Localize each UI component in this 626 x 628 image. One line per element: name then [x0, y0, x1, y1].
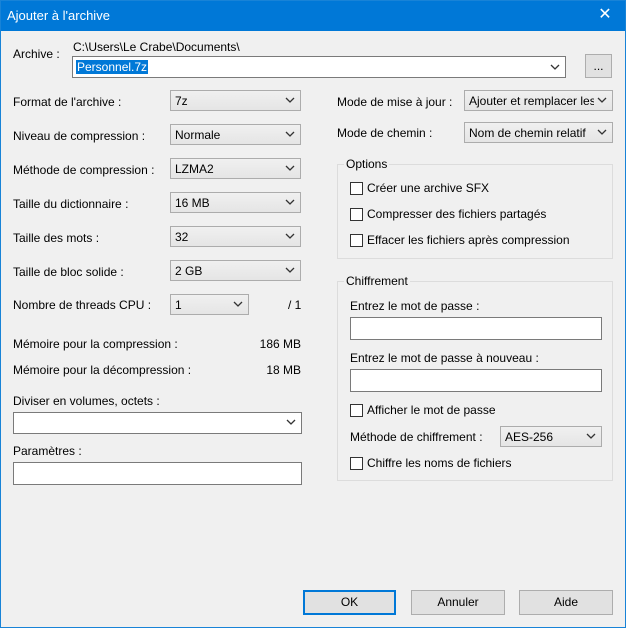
- split-label: Diviser en volumes, octets :: [13, 394, 160, 408]
- threads-label: Nombre de threads CPU :: [13, 298, 152, 312]
- dict-label: Taille du dictionnaire :: [13, 197, 129, 211]
- checkbox-box: [350, 404, 363, 417]
- encrypt-names-label: Chiffre les noms de fichiers: [367, 456, 512, 470]
- mem-decomp-value: 18 MB: [266, 363, 301, 377]
- threads-total: / 1: [288, 298, 302, 312]
- checkbox-box: [350, 457, 363, 470]
- chevron-down-icon: [597, 129, 607, 135]
- word-value: 32: [175, 230, 189, 244]
- format-value: 7z: [175, 94, 188, 108]
- chevron-down-icon: [550, 64, 560, 70]
- browse-button[interactable]: ...: [585, 54, 612, 78]
- checkbox-box: [350, 234, 363, 247]
- delete-after-label: Effacer les fichiers après compression: [367, 233, 570, 247]
- update-mode-value: Ajouter et remplacer les fichiers: [469, 94, 594, 108]
- password-confirm-label: Entrez le mot de passe à nouveau :: [350, 351, 539, 365]
- solid-value: 2 GB: [175, 264, 203, 278]
- format-label: Format de l'archive :: [13, 95, 122, 109]
- path-mode-label: Mode de chemin :: [337, 126, 433, 140]
- threads-value: 1: [175, 298, 182, 312]
- password-input[interactable]: [350, 317, 602, 340]
- archive-name-combo[interactable]: Personnel.7z: [72, 56, 566, 78]
- chevron-down-icon: [285, 97, 295, 103]
- encryption-method-label: Méthode de chiffrement :: [350, 430, 483, 444]
- encryption-method-value: AES-256: [505, 430, 554, 444]
- encryption-group: Chiffrement Entrez le mot de passe : Ent…: [337, 274, 613, 481]
- chevron-down-icon: [285, 267, 295, 273]
- mem-comp-label: Mémoire pour la compression :: [13, 337, 178, 351]
- level-select[interactable]: Normale: [170, 124, 301, 145]
- help-button[interactable]: Aide: [519, 590, 613, 615]
- checkbox-box: [350, 208, 363, 221]
- params-label: Paramètres :: [13, 444, 82, 458]
- chevron-down-icon: [285, 199, 295, 205]
- shared-files-label: Compresser des fichiers partagés: [367, 207, 547, 221]
- options-legend: Options: [344, 157, 390, 171]
- add-to-archive-dialog: Ajouter à l'archive ✕ Archive : C:\Users…: [0, 0, 626, 628]
- method-label: Méthode de compression :: [13, 163, 155, 177]
- chevron-down-icon: [286, 419, 296, 425]
- options-group: Options Créer une archive SFX Compresser…: [337, 157, 613, 259]
- method-value: LZMA2: [175, 162, 214, 176]
- ok-button[interactable]: OK: [303, 590, 396, 615]
- update-mode-label: Mode de mise à jour :: [337, 95, 453, 109]
- chevron-down-icon: [285, 233, 295, 239]
- mem-comp-value: 186 MB: [259, 337, 301, 351]
- level-value: Normale: [175, 128, 221, 142]
- method-select[interactable]: LZMA2: [170, 158, 301, 179]
- path-mode-select[interactable]: Nom de chemin relatif: [464, 122, 613, 143]
- solid-select[interactable]: 2 GB: [170, 260, 301, 281]
- password-confirm-input[interactable]: [350, 369, 602, 392]
- title-bar: Ajouter à l'archive ✕: [1, 1, 625, 31]
- show-password-label: Afficher le mot de passe: [367, 403, 496, 417]
- solid-label: Taille de bloc solide :: [13, 265, 124, 279]
- mem-decomp-label: Mémoire pour la décompression :: [13, 363, 192, 377]
- archive-path: C:\Users\Le Crabe\Documents\: [73, 40, 240, 54]
- encryption-method-select[interactable]: AES-256: [500, 426, 602, 447]
- word-select[interactable]: 32: [170, 226, 301, 247]
- encryption-legend: Chiffrement: [344, 274, 410, 288]
- level-label: Niveau de compression :: [13, 129, 146, 143]
- format-select[interactable]: 7z: [170, 90, 301, 111]
- chevron-down-icon: [233, 301, 243, 307]
- threads-select[interactable]: 1: [170, 294, 249, 315]
- checkbox-box: [350, 182, 363, 195]
- window-title: Ajouter à l'archive: [7, 8, 110, 23]
- dict-select[interactable]: 16 MB: [170, 192, 301, 213]
- archive-filename: Personnel.7z: [76, 60, 149, 74]
- path-mode-value: Nom de chemin relatif: [469, 126, 586, 140]
- archive-label: Archive :: [13, 47, 60, 61]
- chevron-down-icon: [597, 97, 607, 103]
- close-icon[interactable]: ✕: [585, 1, 625, 31]
- chevron-down-icon: [586, 433, 596, 439]
- password-label: Entrez le mot de passe :: [350, 299, 480, 313]
- dict-value: 16 MB: [175, 196, 210, 210]
- params-input[interactable]: [13, 462, 302, 485]
- split-volumes-combo[interactable]: [13, 412, 302, 434]
- word-label: Taille des mots :: [13, 231, 100, 245]
- update-mode-select[interactable]: Ajouter et remplacer les fichiers: [464, 90, 613, 111]
- chevron-down-icon: [285, 131, 295, 137]
- chevron-down-icon: [285, 165, 295, 171]
- sfx-label: Créer une archive SFX: [367, 181, 490, 195]
- cancel-button[interactable]: Annuler: [411, 590, 505, 615]
